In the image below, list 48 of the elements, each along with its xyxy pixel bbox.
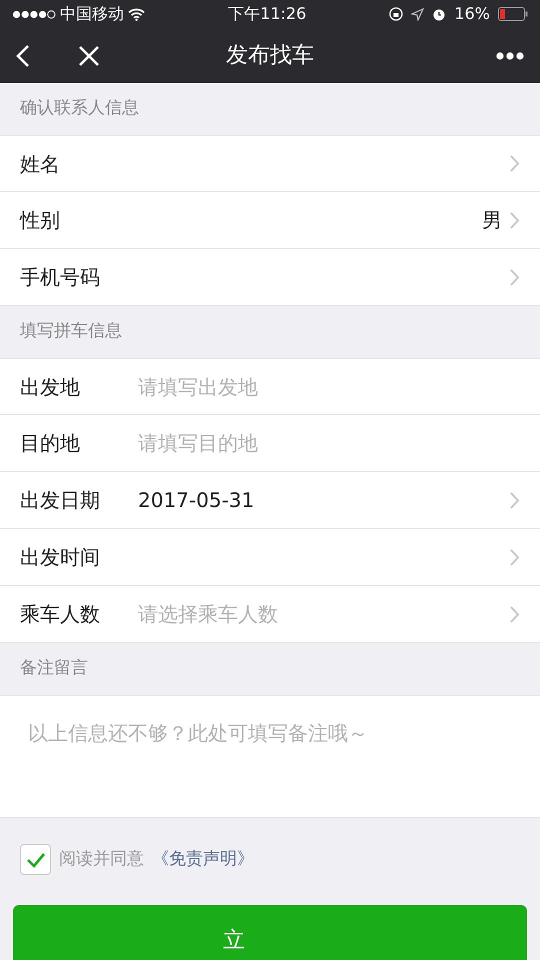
select-row[interactable]: 性别 男: [0, 192, 540, 249]
rotation-lock-icon: [389, 7, 404, 21]
field-label: 性别: [20, 207, 61, 234]
more-icon[interactable]: [496, 52, 524, 60]
carrier-name: 中国移动: [60, 3, 124, 25]
field-label: 出发时间: [20, 544, 101, 571]
checkbox[interactable]: [20, 844, 51, 875]
page-title: 发布找车: [226, 43, 314, 68]
alarm-icon: [432, 7, 446, 21]
battery-percent: 16%: [454, 3, 490, 25]
field-label: 手机号码: [20, 264, 101, 291]
select-row[interactable]: 出发日期 2017-05-31: [0, 472, 540, 529]
section-header: 备注留言: [20, 657, 88, 680]
wifi-icon: [128, 8, 145, 20]
field-label: 姓名: [20, 150, 61, 178]
chevron-icon: [510, 606, 520, 622]
placeholder-text: 请选择乘车人数: [138, 601, 278, 628]
select-row[interactable]: 姓名: [0, 135, 540, 192]
battery-icon: [498, 7, 528, 21]
select-row[interactable]: 手机号码: [0, 249, 540, 306]
close-icon[interactable]: [78, 44, 100, 66]
chevron-icon: [510, 492, 520, 508]
select-row[interactable]: 出发时间: [0, 529, 540, 586]
field-value: 男: [482, 207, 502, 234]
field-value: 2017-05-31: [138, 487, 254, 514]
chevron-icon: [510, 548, 520, 566]
chevron-icon: [510, 268, 520, 286]
section-header: 确认联系人信息: [20, 97, 139, 120]
remarks-box[interactable]: 以上信息还不够？此处可填写备注哦～: [0, 695, 540, 818]
field-label: 目的地: [20, 430, 81, 457]
input-row[interactable]: 目的地 请填写目的地: [0, 415, 540, 472]
chevron-icon: [510, 155, 520, 172]
status-time: 下午11:26: [228, 4, 306, 23]
field-label: 乘车人数: [20, 601, 101, 628]
input-field[interactable]: 请填写出发地: [138, 372, 520, 402]
input-field[interactable]: 请填写目的地: [138, 428, 520, 458]
chevron-icon: [510, 212, 520, 228]
field-label: 出发地: [20, 374, 81, 400]
select-row[interactable]: 乘车人数 请选择乘车人数: [0, 586, 540, 643]
location-icon: [411, 8, 424, 20]
signal-icon: [12, 10, 56, 18]
input-row[interactable]: 出发地 请填写出发地: [0, 358, 540, 415]
agreement-text: 阅读并同意: [59, 848, 144, 871]
checkmark-icon: [26, 852, 46, 868]
field-label: 出发日期: [20, 487, 101, 514]
back-icon[interactable]: [16, 44, 30, 68]
disclaimer-link[interactable]: 《免责声明》: [152, 846, 254, 872]
section-header: 填写拼车信息: [20, 320, 122, 344]
